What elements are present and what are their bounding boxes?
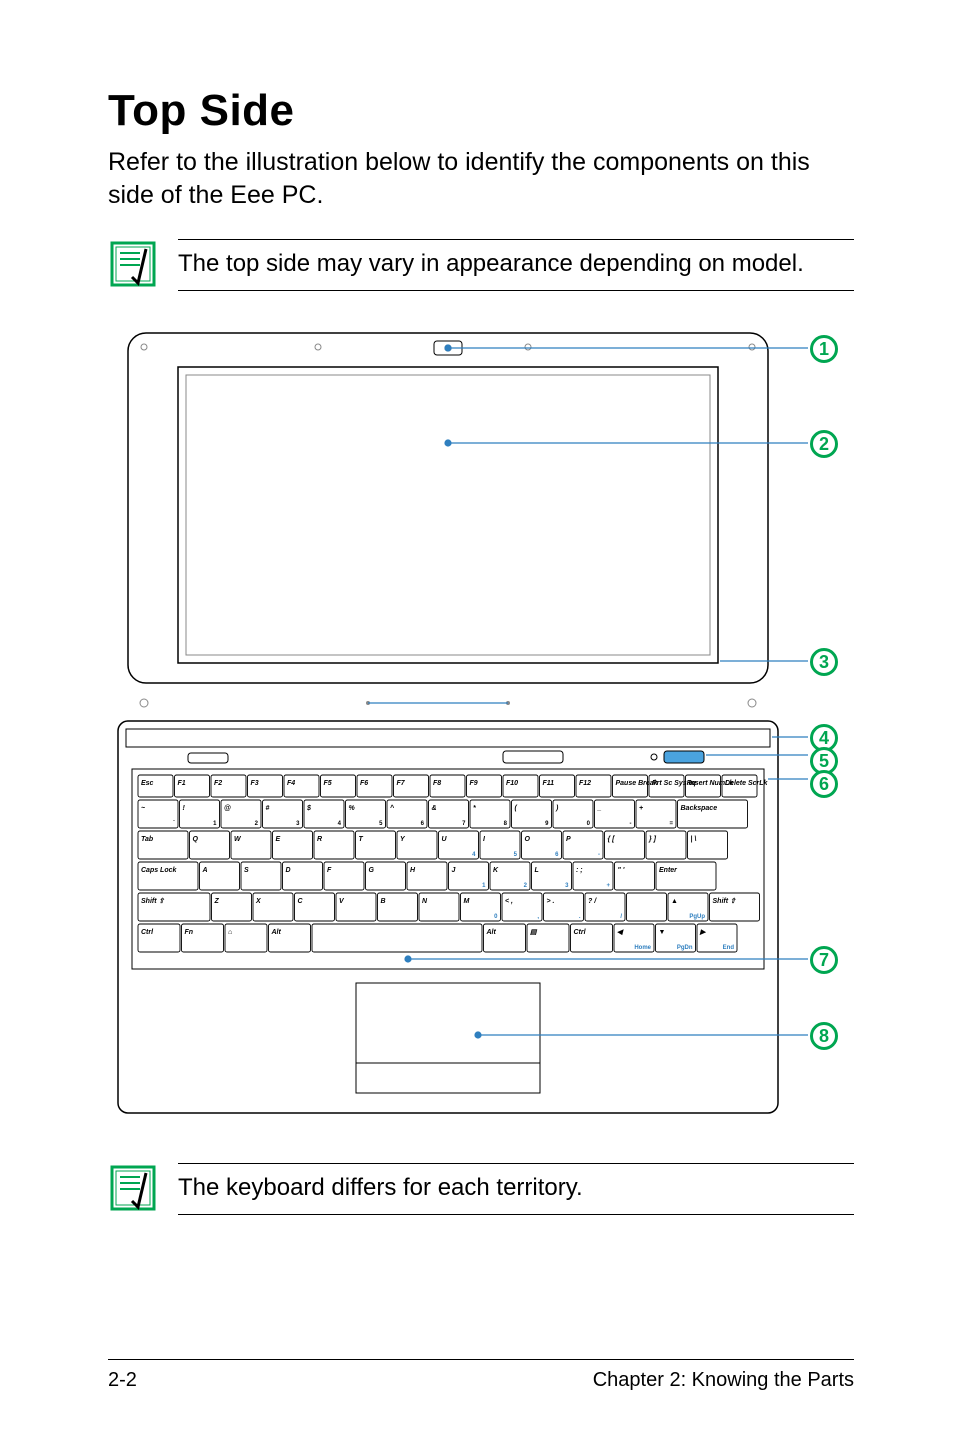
laptop-diagram: EscF1F2F3F4F5F6F7F8F9F10F11F12Pause Brea… bbox=[108, 323, 868, 1123]
note-block-1: The top side may vary in appearance depe… bbox=[108, 239, 854, 291]
callout-7: 7 bbox=[810, 946, 838, 974]
footer-right: Chapter 2: Knowing the Parts bbox=[593, 1369, 854, 1392]
callout-6: 6 bbox=[810, 770, 838, 798]
callout-3: 3 bbox=[810, 648, 838, 676]
footer-rule bbox=[108, 1359, 854, 1360]
note-block-2: The keyboard differs for each territory. bbox=[108, 1163, 854, 1215]
note-icon bbox=[108, 239, 158, 289]
note-icon bbox=[108, 1163, 158, 1213]
note-text-1: The top side may vary in appearance depe… bbox=[178, 250, 804, 277]
footer-left: 2-2 bbox=[108, 1369, 137, 1392]
intro-paragraph: Refer to the illustration below to ident… bbox=[108, 146, 854, 211]
page-footer: 2-2 Chapter 2: Knowing the Parts bbox=[108, 1369, 854, 1392]
callout-2: 2 bbox=[810, 430, 838, 458]
callout-8: 8 bbox=[810, 1022, 838, 1050]
note-text-2: The keyboard differs for each territory. bbox=[178, 1174, 583, 1201]
callout-1: 1 bbox=[810, 335, 838, 363]
page-title: Top Side bbox=[108, 86, 854, 136]
